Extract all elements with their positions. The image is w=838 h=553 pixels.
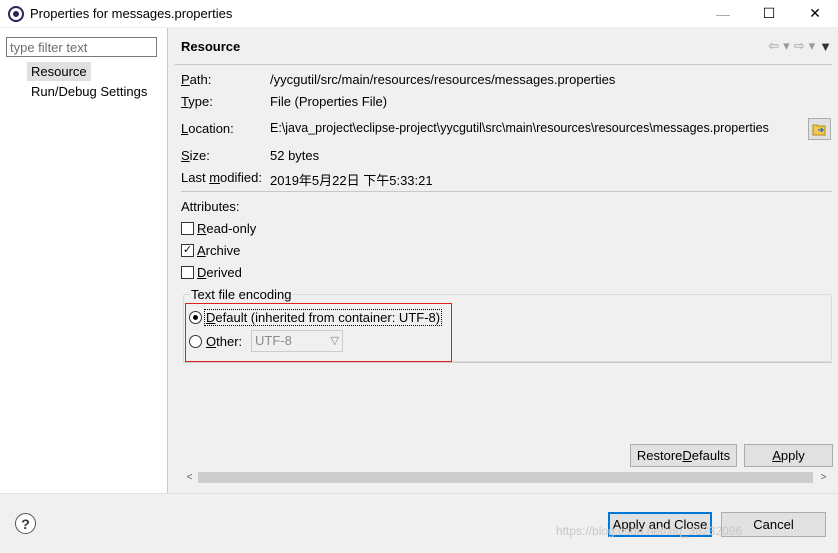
history-nav: ⇦ ▾ ⇨ ▾ ▼ bbox=[768, 38, 832, 54]
help-icon[interactable]: ? bbox=[15, 513, 36, 534]
open-folder-icon bbox=[812, 124, 826, 135]
title-bar: Properties for messages.properties — ☐ ✕ bbox=[0, 0, 838, 27]
restore-defaults-button[interactable]: Restore Defaults bbox=[630, 444, 737, 467]
path-label: Path: bbox=[181, 72, 212, 87]
properties-page: Resource ⇦ ▾ ⇨ ▾ ▼ Path: /yycgutil/src/m… bbox=[169, 28, 838, 493]
default-encoding-radio[interactable] bbox=[189, 311, 202, 324]
encoding-group-label: Text file encoding bbox=[190, 287, 293, 302]
scroll-left-icon[interactable]: < bbox=[181, 469, 198, 486]
dialog-button-bar: ? Apply and Close Cancel https://blog.cs… bbox=[0, 493, 838, 553]
page-header: Resource ⇦ ▾ ⇨ ▾ ▼ bbox=[169, 28, 838, 63]
archive-label: Archive bbox=[197, 243, 241, 258]
tree-item-run-debug-settings[interactable]: Run/Debug Settings bbox=[27, 82, 151, 101]
path-value: /yycgutil/src/main/resources/resources/m… bbox=[270, 72, 616, 87]
horizontal-scrollbar[interactable]: < > bbox=[181, 469, 832, 486]
maximize-icon[interactable]: ☐ bbox=[746, 0, 792, 27]
scrollbar-thumb[interactable] bbox=[198, 472, 813, 483]
window-controls: — ☐ ✕ bbox=[700, 0, 838, 27]
last-modified-label: Last modified: bbox=[181, 170, 262, 185]
forward-arrow-icon[interactable]: ⇨ bbox=[794, 38, 805, 54]
view-menu-icon[interactable]: ▼ bbox=[819, 39, 832, 54]
window-title: Properties for messages.properties bbox=[30, 6, 233, 21]
show-in-explorer-button[interactable] bbox=[808, 118, 831, 140]
forward-dropdown-icon[interactable]: ▾ bbox=[809, 38, 816, 54]
chevron-down-icon: ▽ bbox=[330, 335, 339, 347]
size-label: Size: bbox=[181, 148, 210, 163]
derived-checkbox-row[interactable]: Derived bbox=[181, 265, 242, 280]
derived-label: Derived bbox=[197, 265, 242, 280]
other-encoding-select[interactable]: UTF-8 ▽ bbox=[251, 330, 343, 352]
apply-button[interactable]: Apply bbox=[744, 444, 833, 467]
other-encoding-value: UTF-8 bbox=[255, 333, 292, 348]
archive-checkbox-row[interactable]: ✓ Archive bbox=[181, 243, 240, 258]
location-label: Location: bbox=[181, 121, 234, 136]
encoding-bottom-separator bbox=[183, 362, 832, 363]
other-encoding-label: Other: bbox=[206, 334, 243, 349]
readonly-checkbox[interactable] bbox=[181, 222, 194, 235]
page-title: Resource bbox=[181, 39, 241, 54]
back-arrow-icon[interactable]: ⇦ bbox=[768, 38, 779, 54]
close-icon[interactable]: ✕ bbox=[792, 0, 838, 27]
header-separator bbox=[175, 64, 832, 65]
filter-input[interactable] bbox=[6, 37, 157, 57]
size-value: 52 bytes bbox=[270, 148, 320, 163]
readonly-checkbox-row[interactable]: Read-only bbox=[181, 221, 256, 236]
tree-item-resource[interactable]: Resource bbox=[27, 62, 91, 81]
type-label: Type: bbox=[181, 94, 213, 109]
derived-checkbox[interactable] bbox=[181, 266, 194, 279]
scroll-right-icon[interactable]: > bbox=[815, 469, 832, 486]
type-value: File (Properties File) bbox=[270, 94, 388, 109]
eclipse-app-icon bbox=[8, 5, 24, 22]
other-encoding-radio-row[interactable]: Other: bbox=[189, 334, 242, 349]
readonly-label: Read-only bbox=[197, 221, 257, 236]
location-value: E:\java_project\eclipse-project\yycgutil… bbox=[270, 121, 769, 135]
last-modified-value: 2019年5月22日 下午5:33:21 bbox=[270, 173, 433, 188]
attributes-separator bbox=[181, 191, 832, 192]
minimize-icon[interactable]: — bbox=[700, 0, 746, 27]
back-dropdown-icon[interactable]: ▾ bbox=[783, 38, 790, 54]
default-encoding-radio-row[interactable]: Default (inherited from container: UTF-8… bbox=[189, 309, 443, 326]
watermark-text: https://blog.csdn.net/xiq_38232096 bbox=[556, 524, 743, 538]
page-tree-pane: Resource Run/Debug Settings bbox=[0, 28, 168, 493]
default-encoding-label: Default (inherited from container: UTF-8… bbox=[204, 309, 443, 326]
other-encoding-radio[interactable] bbox=[189, 335, 202, 348]
archive-checkbox[interactable]: ✓ bbox=[181, 244, 194, 257]
attributes-heading: Attributes: bbox=[181, 199, 240, 214]
